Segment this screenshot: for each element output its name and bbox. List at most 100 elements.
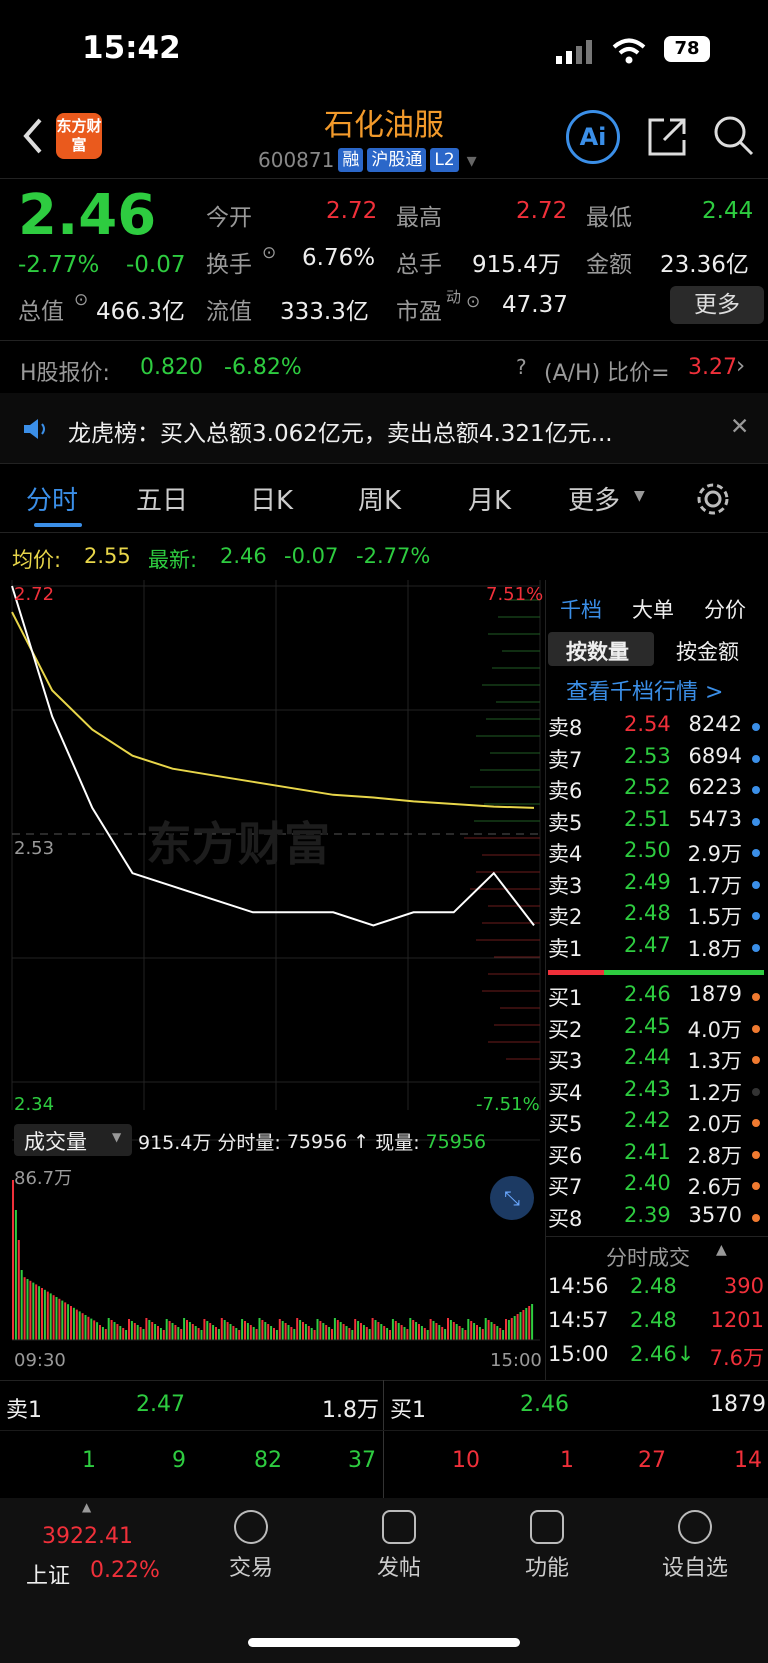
pe-sup: 动 [446,288,462,306]
orderbook-row[interactable]: 买1 2.46 1879 [548,982,768,1013]
level-label: 买7 [548,1175,583,1199]
share-icon[interactable] [646,116,688,158]
orderbook-row[interactable]: 买3 2.44 1.3万 [548,1045,768,1076]
tab-monthly-k[interactable]: 月K [468,480,511,517]
tab-daily-k[interactable]: 日K [250,480,293,517]
volume-bar [531,1304,534,1340]
price-line [11,585,535,927]
subtab-by-qty[interactable]: 按数量 [566,636,629,666]
expand-icon[interactable]: ⤡ [490,1176,534,1220]
mktcap-label: 总值 [18,299,64,325]
tick-time: 14:57 [548,1308,609,1332]
tab-large-orders[interactable]: 大单 [632,594,674,624]
volume-bar [43,1289,46,1340]
volume-bar [510,1318,513,1340]
volume-bar [287,1325,290,1340]
info-icon[interactable]: ⊙ [466,292,480,312]
stock-code-row[interactable]: 600871 融 沪股通 L2 ▾ [258,148,477,172]
tab-price-dist[interactable]: 分价 [704,594,746,624]
volume-bar [386,1328,389,1340]
notice-text[interactable]: 龙虎榜：买入总额3.062亿元，卖出总额4.321亿元... [68,414,613,448]
nav-trade[interactable]: 交易 [196,1510,306,1582]
orderbook-row[interactable]: 买5 2.42 2.0万 [548,1108,768,1139]
tab-weekly-k[interactable]: 周K [358,480,401,517]
volume-bar [406,1329,409,1340]
status-dot [752,1119,760,1127]
orderbook-row[interactable]: 买4 2.43 1.2万 [548,1077,768,1108]
search-icon[interactable] [712,114,756,158]
volume-bar [478,1327,481,1340]
depth-link[interactable]: 查看千档行情 > [566,674,723,706]
orderbook-row[interactable]: 卖2 2.48 1.5万 [548,901,768,932]
nav-watchlist[interactable]: 设自选 [640,1510,750,1582]
orderbook-row[interactable]: 卖3 2.49 1.7万 [548,870,768,901]
tab-order-depth[interactable]: 千档 [560,594,602,624]
orderbook-row[interactable]: 买6 2.41 2.8万 [548,1140,768,1171]
orderbook-row[interactable]: 卖8 2.54 8242 [548,712,768,743]
ticks-label[interactable]: 分时成交 [606,1242,690,1272]
volume-bar [357,1321,360,1340]
chevron-up-icon: ▲ [82,1500,92,1514]
orderbook-row[interactable]: 卖4 2.50 2.9万 [548,838,768,869]
orderbook-row[interactable]: 买8 2.39 3570 [548,1203,768,1234]
volume-bar [206,1321,209,1340]
status-dot [752,1056,760,1064]
volume-bar [336,1320,339,1340]
more-button[interactable]: 更多 [670,286,764,324]
info-icon[interactable]: ⊙ [262,243,276,263]
chevron-right-icon[interactable]: › [736,353,745,379]
orderbook-row[interactable]: 卖1 2.47 1.8万 [548,933,768,964]
l2-buy-price: 2.46 [520,1392,569,1417]
question-icon[interactable]: ? [516,355,527,379]
hshare-label: H股报价: [20,361,110,386]
home-indicator[interactable] [248,1638,520,1647]
volume-bar [49,1293,52,1340]
level-price: 2.53 [624,743,671,768]
high-value: 2.72 [516,198,568,224]
index-pct[interactable]: 0.22% [90,1558,160,1583]
volume-bar [244,1321,246,1340]
nav-functions[interactable]: 功能 [492,1510,602,1582]
orderbook-row[interactable]: 卖7 2.53 6894 [548,744,768,775]
volume-bar [101,1327,104,1340]
queue-item: 1 [560,1448,574,1473]
tab-more[interactable]: 更多 [568,480,620,517]
level-volume: 1.8万 [687,936,742,961]
volume-bar [397,1323,400,1340]
tab-intraday[interactable]: 分时 [26,480,78,517]
stock-code: 600871 [258,148,335,172]
gear-icon[interactable] [696,482,730,516]
index-value[interactable]: 3922.41 [42,1524,133,1549]
volume-bar [52,1295,55,1340]
level-volume: 2.6万 [687,1175,742,1199]
index-name[interactable]: 上证 [26,1558,70,1590]
intraday-chart[interactable] [0,580,545,1360]
level-price: 2.41 [624,1139,671,1164]
tab-five-day[interactable]: 五日 [136,480,188,517]
orderbook-row[interactable]: 卖6 2.52 6223 [548,775,768,806]
change-value: -0.07 [126,252,186,278]
nav-post[interactable]: 发帖 [344,1510,454,1582]
ai-button[interactable]: Ai [566,110,620,164]
volume-bar [72,1307,75,1340]
close-icon[interactable]: ✕ [730,414,749,440]
volume-bar [55,1297,58,1340]
volume-bar [299,1320,302,1340]
volume-bar [464,1330,467,1340]
subtab-by-amount[interactable]: 按金额 [676,636,739,666]
orderbook-row[interactable]: 买2 2.45 4.0万 [548,1014,768,1045]
volume-selector[interactable]: 成交量 ▼ [14,1124,132,1156]
chevron-down-icon: ▾ [466,148,477,172]
level-label: 买1 [548,986,583,1010]
info-icon[interactable]: ⊙ [74,290,88,310]
status-dot [752,880,760,889]
orderbook-row[interactable]: 买7 2.40 2.6万 [548,1171,768,1202]
hshare-price: 0.820 [140,355,203,380]
volume-bar [104,1329,107,1340]
volume-bar [420,1326,423,1340]
volume-bar [513,1316,516,1340]
volume-bar [145,1318,148,1340]
orderbook-row[interactable]: 卖5 2.51 5473 [548,807,768,838]
level-volume: 1.2万 [687,1080,742,1105]
volume-bar [493,1324,496,1340]
